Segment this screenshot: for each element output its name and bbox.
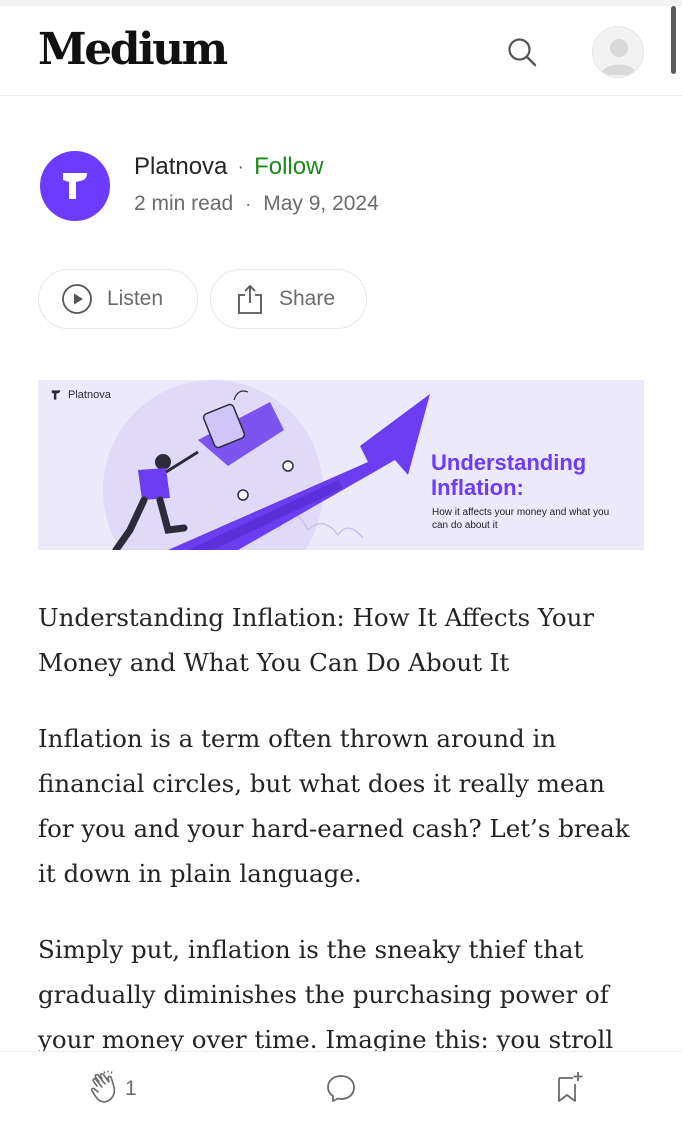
user-avatar-button[interactable] xyxy=(592,26,644,78)
author-line: Platnova · Follow xyxy=(134,153,323,181)
bookmark-button[interactable] xyxy=(555,1070,585,1109)
hero-subtitle: How it affects your money and what you c… xyxy=(432,507,610,531)
article-paragraph: Inflation is a term often thrown around … xyxy=(38,724,630,888)
search-icon xyxy=(508,38,537,67)
article-body: Understanding Inflation: How It Affects … xyxy=(38,595,648,1093)
share-button[interactable]: Share xyxy=(210,269,367,329)
separator-dot: · xyxy=(245,193,252,214)
author-avatar[interactable] xyxy=(40,151,110,221)
listen-button[interactable]: Listen xyxy=(38,269,198,329)
hero-title: Understanding Inflation: xyxy=(431,450,587,500)
read-time: 2 min read xyxy=(134,192,234,215)
search-button[interactable] xyxy=(502,30,542,74)
platnova-logo-icon xyxy=(63,173,87,199)
share-label: Share xyxy=(279,287,336,310)
separator-dot: · xyxy=(237,155,245,178)
clap-count: 1 xyxy=(125,1077,137,1100)
bookmark-add-icon xyxy=(558,1072,583,1102)
play-circle-icon xyxy=(62,284,92,314)
article-paragraph: Simply put, inflation is the sneaky thie… xyxy=(38,935,614,1054)
clap-icon xyxy=(90,1070,116,1103)
article-paragraph: Understanding Inflation: How It Affects … xyxy=(38,603,595,677)
user-avatar-icon xyxy=(601,39,637,75)
hero-brand-label: Platnova xyxy=(68,389,111,401)
author-name-link[interactable]: Platnova xyxy=(134,153,227,181)
follow-button[interactable]: Follow xyxy=(254,153,323,181)
bottom-action-bar: 1 xyxy=(0,1051,682,1122)
share-icon xyxy=(238,284,262,314)
listen-label: Listen xyxy=(107,287,164,310)
platnova-logo-icon xyxy=(51,390,61,400)
hero-image[interactable]: Platnova Understanding Inflation: How it… xyxy=(38,380,644,550)
clap-button[interactable]: 1 xyxy=(88,1070,137,1106)
comment-button[interactable] xyxy=(325,1072,357,1109)
publish-date: May 9, 2024 xyxy=(263,192,379,215)
top-header: Medium xyxy=(0,6,682,96)
hero-brand: Platnova xyxy=(50,389,111,401)
article-meta: 2 min read · May 9, 2024 xyxy=(134,192,379,216)
comment-icon xyxy=(327,1075,355,1102)
medium-logo[interactable]: Medium xyxy=(38,24,228,75)
